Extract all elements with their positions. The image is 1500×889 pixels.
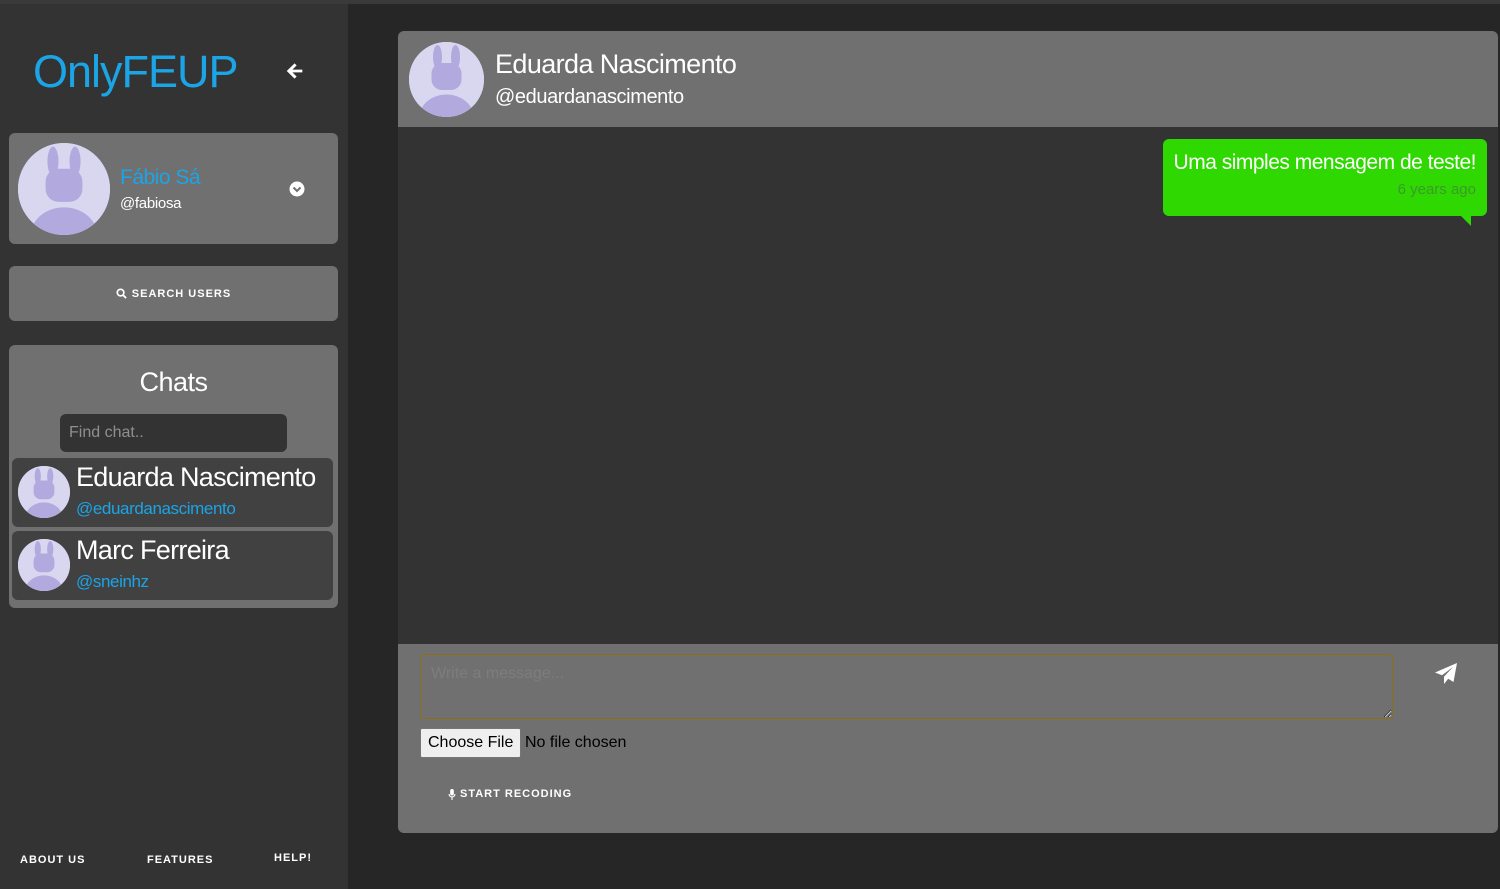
avatar-bunny-icon: [18, 466, 70, 518]
avatar-bunny-icon: [409, 42, 484, 117]
profile-card: Fábio Sá @fabiosa: [9, 133, 338, 244]
sidebar: OnlyFEUP Fábio Sá @fabiosa SEARCH USERS: [0, 4, 348, 889]
chat-list-item[interactable]: Marc Ferreira @sneinhz: [12, 531, 333, 600]
message-composer: Choose File No file chosen START RECODIN…: [398, 644, 1498, 833]
chat-item-name: Eduarda Nascimento: [76, 462, 316, 492]
profile-handle: @fabiosa: [120, 195, 182, 212]
start-recording-button[interactable]: START RECODING: [448, 786, 572, 802]
chat-item-handle: @eduardanascimento: [76, 499, 236, 518]
profile-name[interactable]: Fábio Sá: [120, 166, 201, 190]
chat-header-name[interactable]: Eduarda Nascimento: [495, 49, 737, 80]
search-users-button[interactable]: SEARCH USERS: [9, 266, 338, 321]
avatar-bunny-icon: [18, 539, 70, 591]
chevron-down-circle-icon[interactable]: [289, 181, 305, 197]
chat-avatar: [18, 539, 70, 591]
microphone-icon: [448, 788, 456, 800]
message-input[interactable]: [420, 654, 1393, 719]
send-icon[interactable]: [1434, 662, 1458, 686]
file-status: No file chosen: [525, 734, 627, 751]
chat-list-item[interactable]: Eduarda Nascimento @eduardanascimento: [12, 458, 333, 527]
start-recording-label: START RECODING: [460, 788, 573, 800]
choose-file-button[interactable]: Choose File: [420, 728, 522, 758]
chat-header-handle: @eduardanascimento: [495, 86, 684, 108]
chat-header: Eduarda Nascimento @eduardanascimento: [398, 31, 1498, 127]
profile-avatar[interactable]: [18, 143, 110, 235]
brand-logo[interactable]: OnlyFEUP: [33, 46, 239, 98]
help-link[interactable]: HELP!: [274, 852, 312, 864]
message-text: Uma simples mensagem de teste!: [1173, 151, 1477, 174]
message-timestamp: 6 years ago: [1397, 181, 1476, 198]
chat-item-handle: @sneinhz: [76, 572, 149, 591]
features-link[interactable]: FEATURES: [147, 854, 213, 866]
chat-header-avatar[interactable]: [409, 42, 484, 117]
chats-title: Chats: [139, 367, 208, 397]
arrow-left-icon[interactable]: [284, 60, 306, 82]
about-us-link[interactable]: ABOUT US: [20, 854, 85, 866]
chat-item-name: Marc Ferreira: [76, 535, 230, 565]
search-users-label: SEARCH USERS: [131, 287, 232, 300]
chats-panel: Chats Eduarda Nascimento @eduardanascime…: [9, 345, 338, 608]
avatar-bunny-icon: [18, 143, 110, 235]
outgoing-message: Uma simples mensagem de teste! 6 years a…: [1162, 139, 1487, 226]
search-icon: [116, 288, 127, 299]
find-chat-input[interactable]: [60, 414, 287, 452]
message-list: Uma simples mensagem de teste! 6 years a…: [398, 127, 1498, 644]
chat-avatar: [18, 466, 70, 518]
